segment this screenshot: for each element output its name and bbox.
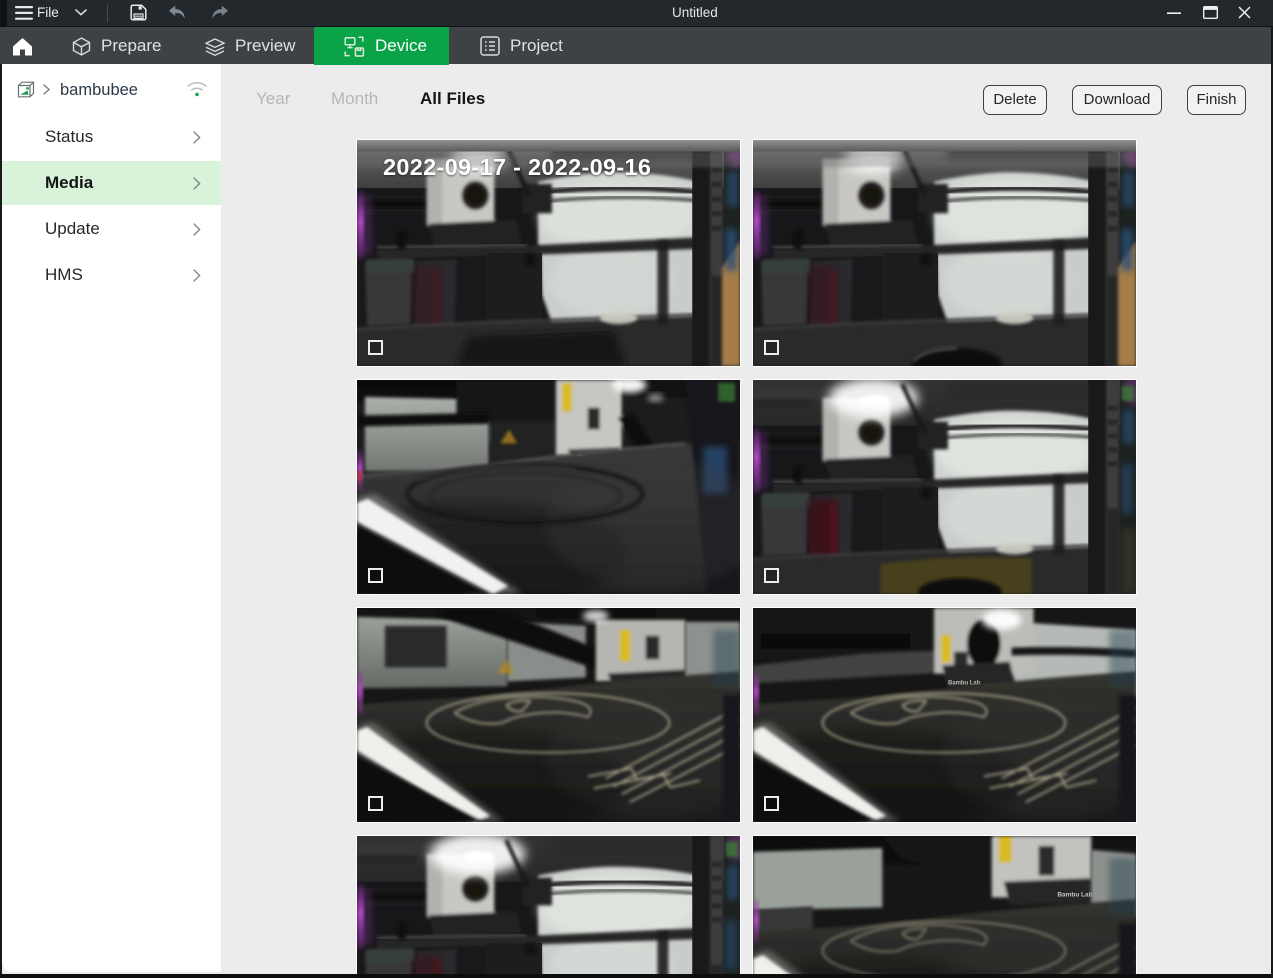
svg-text:Bambu Lab: Bambu Lab	[1057, 891, 1092, 898]
